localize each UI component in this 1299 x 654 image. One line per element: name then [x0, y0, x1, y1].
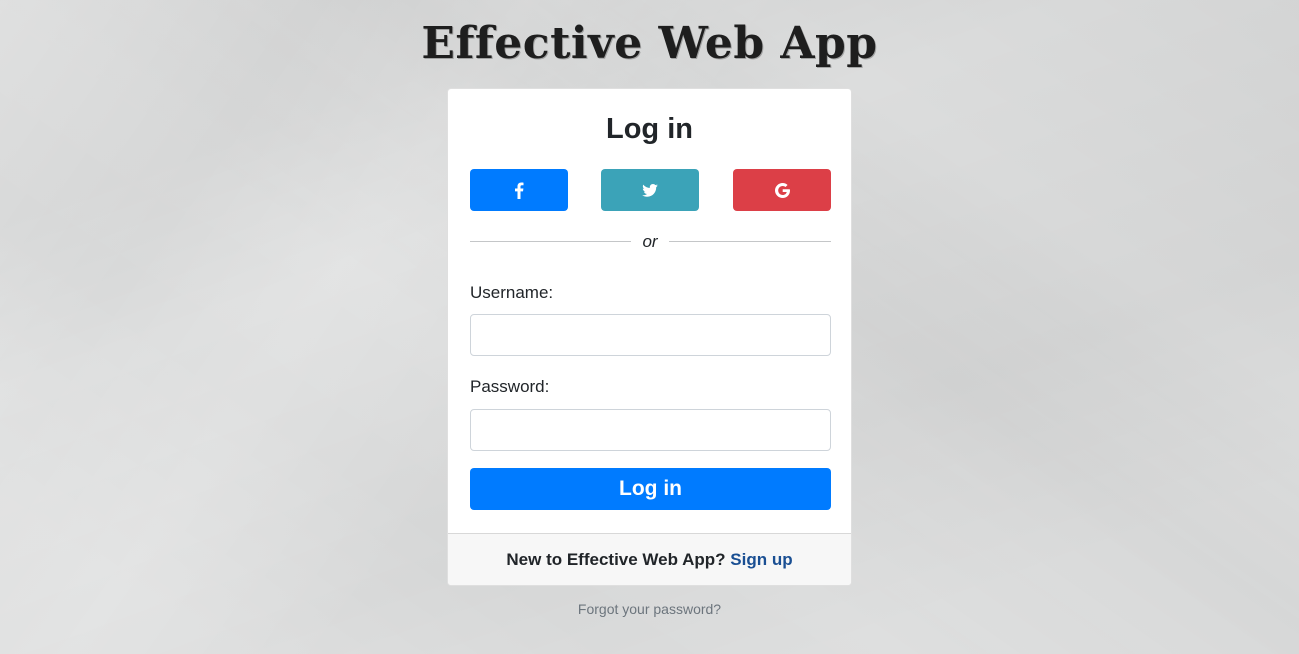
- facebook-icon: [515, 182, 524, 199]
- login-card: Log in or Username: Password: Log in New…: [447, 88, 852, 586]
- forgot-password-link[interactable]: Forgot your password?: [0, 599, 1299, 619]
- google-icon: [774, 182, 790, 198]
- password-input[interactable]: [470, 409, 831, 451]
- login-title: Log in: [606, 113, 693, 145]
- google-login-button[interactable]: [733, 169, 831, 211]
- facebook-login-button[interactable]: [470, 169, 568, 211]
- divider-line-left: [470, 241, 631, 242]
- or-divider: or: [470, 231, 831, 253]
- app-brand-title: Effective Web App: [421, 18, 878, 69]
- divider-text: or: [642, 232, 658, 251]
- signup-link[interactable]: Sign up: [730, 550, 792, 569]
- twitter-icon: [642, 183, 658, 197]
- password-label: Password:: [470, 377, 550, 396]
- twitter-login-button[interactable]: [601, 169, 699, 211]
- divider-line-right: [669, 241, 831, 242]
- login-submit-button[interactable]: Log in: [470, 468, 831, 510]
- signup-prompt: New to Effective Web App?: [506, 550, 726, 569]
- username-label: Username:: [470, 283, 554, 302]
- username-input[interactable]: [470, 314, 831, 356]
- signup-footer: New to Effective Web App? Sign up: [448, 533, 851, 585]
